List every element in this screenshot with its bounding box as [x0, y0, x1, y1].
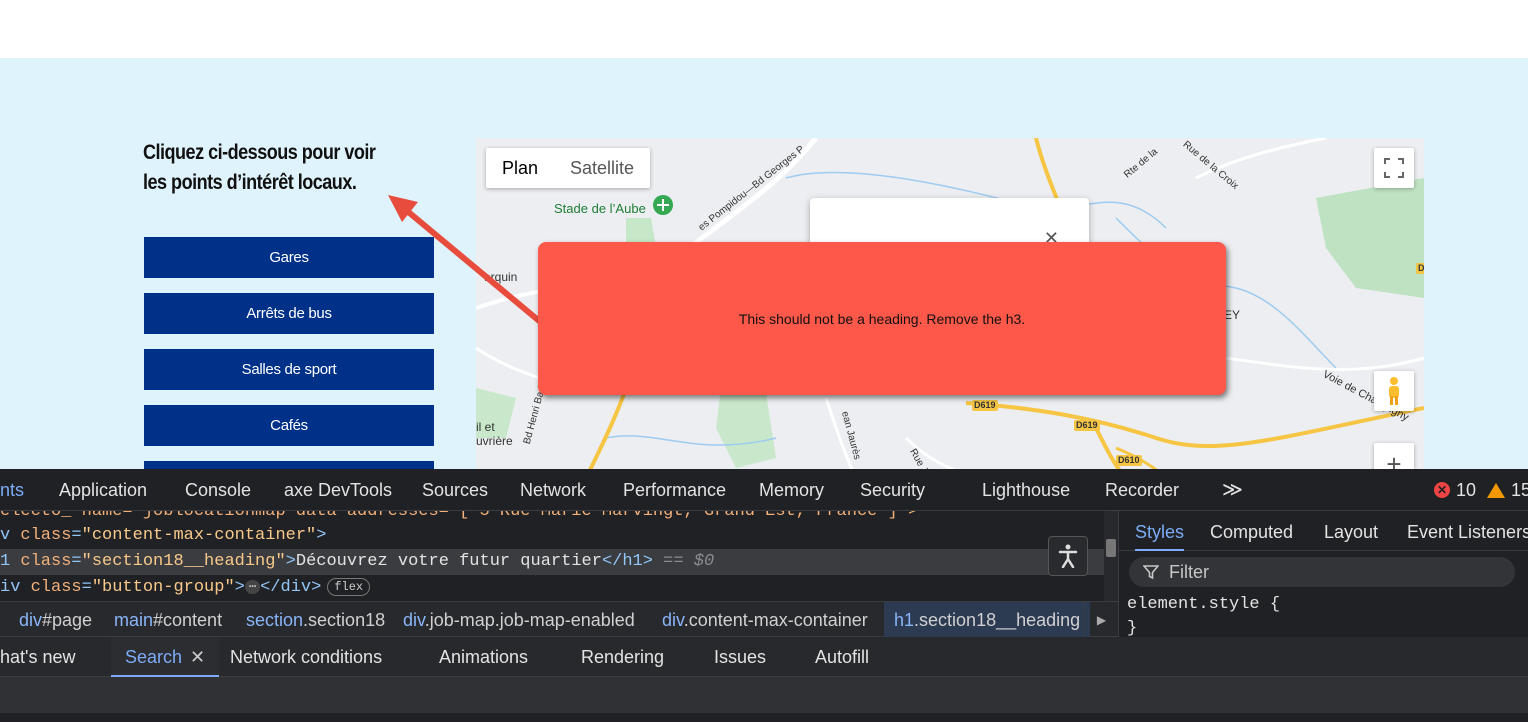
- dom-attr-value: "button-group": [91, 578, 235, 597]
- tab-recorder[interactable]: Recorder: [1105, 469, 1179, 511]
- drawer-tabbar: hat's new Search ✕ Network conditions Ani…: [0, 637, 1528, 677]
- section-heading: Cliquez ci-dessous pour voir les points …: [143, 141, 376, 194]
- tab-network[interactable]: Network: [520, 469, 586, 511]
- plus-icon: +: [1386, 449, 1402, 470]
- filter-icon: [1143, 565, 1159, 580]
- tab-issues[interactable]: Issues: [714, 637, 766, 677]
- dom-attr-value: "section18__heading": [81, 552, 286, 571]
- dom-tag: iv: [0, 578, 31, 597]
- error-counter[interactable]: ✕ 10: [1434, 469, 1476, 511]
- street-view-button[interactable]: [1374, 371, 1414, 411]
- zoom-in-button[interactable]: +: [1374, 443, 1414, 470]
- tab-event-listeners[interactable]: Event Listeners: [1407, 511, 1528, 551]
- styles-tabs: Styles Computed Layout Event Listeners: [1119, 511, 1528, 551]
- flex-badge[interactable]: flex: [327, 577, 371, 596]
- tab-performance[interactable]: Performance: [623, 469, 726, 511]
- element-style-rule[interactable]: element.style { }: [1127, 593, 1280, 641]
- dom-tag: 1: [0, 552, 21, 571]
- tab-network-conditions[interactable]: Network conditions: [230, 637, 382, 677]
- map-type-satellite[interactable]: Satellite: [554, 148, 650, 188]
- tab-application[interactable]: Application: [59, 469, 147, 511]
- poi-button-gym[interactable]: Salles de sport: [144, 349, 434, 390]
- breadcrumb-item[interactable]: main#content: [114, 602, 222, 638]
- road-shield: D: [1416, 263, 1424, 274]
- breadcrumb-item-selected[interactable]: h1.section18__heading: [884, 602, 1091, 638]
- road-shield: D610: [1116, 455, 1142, 466]
- filter-placeholder: Filter: [1169, 561, 1209, 582]
- close-icon[interactable]: ✕: [190, 647, 205, 667]
- breadcrumb-item[interactable]: div.job-map.job-map-enabled: [403, 602, 635, 638]
- road-shield: D619: [1074, 420, 1100, 431]
- error-icon: ✕: [1434, 482, 1450, 498]
- tab-sources[interactable]: Sources: [422, 469, 488, 511]
- map-label-stade: Stade de l’Aube: [554, 201, 646, 216]
- tab-memory[interactable]: Memory: [759, 469, 824, 511]
- annotation-callout: This should not be a heading. Remove the…: [538, 242, 1226, 395]
- breadcrumb-item[interactable]: div.content-max-container: [662, 602, 868, 638]
- dom-tag: </h1>: [601, 552, 653, 571]
- dom-selected-marker: == $0: [663, 552, 715, 571]
- dom-node-line[interactable]: v class="content-max-container">: [0, 523, 326, 549]
- fullscreen-button[interactable]: [1374, 148, 1414, 188]
- dom-tag: v: [0, 526, 21, 545]
- annotation-text: This should not be a heading. Remove the…: [738, 310, 1026, 327]
- devtools-panel: nts Application Console axe DevTools Sou…: [0, 469, 1528, 722]
- search-drawer-input[interactable]: [0, 677, 1528, 713]
- warning-count: 15: [1511, 479, 1528, 500]
- breadcrumb-item[interactable]: section.section18: [246, 602, 385, 638]
- dom-node-text: electo_-name= joblocationmap data-addres…: [0, 511, 919, 521]
- tab-styles[interactable]: Styles: [1135, 511, 1185, 551]
- dom-attr: class: [30, 578, 82, 597]
- pegman-icon: [1389, 377, 1399, 405]
- tab-layout[interactable]: Layout: [1324, 511, 1378, 551]
- accessibility-tree-button[interactable]: [1048, 536, 1088, 576]
- annotation-arrow: [388, 195, 553, 333]
- poi-button-cafes[interactable]: Cafés: [144, 405, 434, 446]
- drawer-footer: [0, 713, 1528, 722]
- elements-scrollbar[interactable]: [1104, 511, 1118, 601]
- map-type-control: Plan Satellite: [486, 148, 651, 188]
- map-label-riviere: il et uvrière: [476, 420, 513, 448]
- dom-attr-value: "content-max-container": [81, 526, 317, 545]
- road-shield: D619: [972, 400, 998, 411]
- tab-security[interactable]: Security: [860, 469, 925, 511]
- dom-attr: class: [20, 552, 72, 571]
- warning-counter[interactable]: 15: [1487, 469, 1528, 511]
- tab-elements[interactable]: nts: [0, 469, 24, 511]
- breadcrumb: div#page main#content section.section18 …: [0, 601, 1118, 638]
- error-count: 10: [1456, 479, 1477, 500]
- page-header-area: [0, 0, 1528, 58]
- dom-node-line-selected[interactable]: 1 class="section18__heading">Découvrez v…: [0, 549, 1104, 575]
- collapsed-children-icon[interactable]: ⋯: [244, 579, 261, 594]
- tab-axe-devtools[interactable]: axe DevTools: [284, 469, 392, 511]
- tab-rendering[interactable]: Rendering: [581, 637, 664, 677]
- warning-icon: [1487, 482, 1505, 498]
- elements-tree[interactable]: electo_-name= joblocationmap data-addres…: [0, 511, 1118, 601]
- tab-search[interactable]: Search ✕: [111, 637, 220, 677]
- styles-filter-input[interactable]: Filter: [1129, 557, 1515, 587]
- dom-text: Découvrez votre futur quartier: [295, 552, 602, 571]
- map-type-plan[interactable]: Plan: [486, 148, 554, 188]
- breadcrumb-item[interactable]: div#page: [19, 602, 92, 638]
- tab-lighthouse[interactable]: Lighthouse: [982, 469, 1070, 511]
- dom-attr: class: [20, 526, 72, 545]
- devtools-tabbar: nts Application Console axe DevTools Sou…: [0, 469, 1528, 511]
- tab-whats-new[interactable]: hat's new: [0, 637, 75, 677]
- more-tabs-icon[interactable]: ≫: [1222, 469, 1243, 511]
- tab-animations[interactable]: Animations: [439, 637, 528, 677]
- tab-computed[interactable]: Computed: [1210, 511, 1293, 551]
- fullscreen-icon: [1384, 158, 1404, 178]
- dom-node-line[interactable]: iv class="button-group"> ⋯ </div> flex: [0, 575, 371, 601]
- map-label-ey: EY: [1224, 308, 1241, 322]
- tab-console[interactable]: Console: [185, 469, 251, 511]
- accessibility-icon: [1058, 544, 1078, 568]
- tab-autofill[interactable]: Autofill: [815, 637, 869, 677]
- dom-tag: </div>: [260, 578, 322, 597]
- styles-pane: Styles Computed Layout Event Listeners F…: [1118, 511, 1528, 638]
- chevron-right-icon[interactable]: ▶: [1084, 602, 1118, 638]
